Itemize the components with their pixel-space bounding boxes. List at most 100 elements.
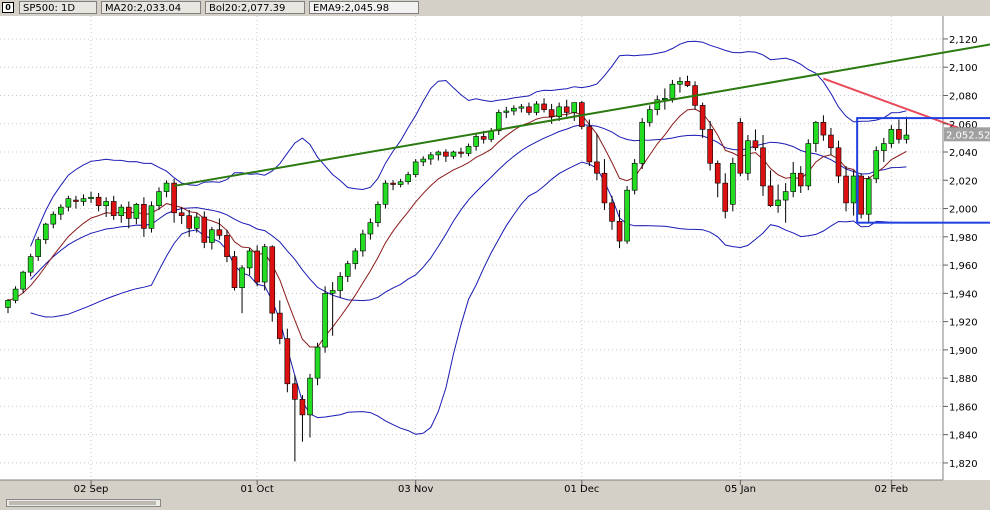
- candle-body: [276, 312, 283, 339]
- y-tick-label: 1,840: [949, 431, 978, 442]
- scroll-track[interactable]: [6, 499, 161, 507]
- candle-body: [35, 239, 42, 257]
- candle: [624, 185, 630, 244]
- candle-body: [246, 250, 253, 269]
- time-scrollbar[interactable]: [0, 496, 990, 510]
- candle-body: [307, 377, 313, 416]
- candle-body: [662, 98, 668, 101]
- candle-body: [873, 150, 880, 180]
- plot-area: [0, 16, 943, 480]
- candle: [254, 245, 260, 287]
- price-chart[interactable]: 1,820 1,840 1,860 1,880 1,900 1,920 1,940 1,960…: [0, 16, 990, 496]
- candle-body: [880, 143, 887, 151]
- y-tick-label: 1,880: [949, 374, 978, 385]
- candle-body: [714, 163, 721, 184]
- candle-body: [80, 198, 87, 202]
- candle-body: [707, 129, 713, 164]
- candle-body: [767, 185, 774, 207]
- symbol-label: SP500: 1D: [19, 1, 97, 14]
- candle-body: [435, 151, 442, 156]
- candle: [231, 250, 238, 291]
- candle-body: [782, 191, 789, 201]
- candle-body: [110, 201, 117, 216]
- candle-body: [27, 256, 34, 273]
- candle: [729, 157, 736, 212]
- scroll-thumb[interactable]: [9, 501, 156, 505]
- candle-body: [865, 178, 872, 215]
- candle-body: [314, 346, 321, 379]
- candle-body: [563, 106, 570, 113]
- candle-body: [556, 106, 562, 117]
- candle-body: [329, 290, 336, 294]
- candle-body: [397, 181, 404, 185]
- ema9-readout: EMA9:2,045.98: [309, 1, 419, 14]
- candle-body: [178, 212, 185, 216]
- candle-body: [903, 134, 910, 140]
- candle-body: [760, 147, 766, 187]
- candle-body: [594, 161, 600, 174]
- candle-body: [171, 182, 177, 214]
- candle-body: [118, 206, 125, 216]
- candle-body: [699, 105, 706, 130]
- y-tick-label: 1,860: [949, 402, 978, 413]
- candle-body: [65, 198, 72, 208]
- candle-body: [322, 293, 328, 348]
- ma20-readout: MA20:2,033.04: [101, 1, 201, 14]
- candle-body: [518, 106, 525, 109]
- candle-body: [548, 109, 555, 117]
- x-tick-label: 01 Dec: [564, 484, 599, 495]
- candle: [745, 135, 751, 181]
- candle-body: [896, 129, 902, 140]
- candle: [201, 211, 208, 249]
- candle: [12, 286, 19, 304]
- y-tick-label: 1,940: [949, 289, 978, 300]
- candle-body: [299, 399, 306, 416]
- candle-body: [631, 163, 638, 191]
- candle-body: [224, 235, 230, 257]
- candle-body: [5, 300, 11, 308]
- candle-body: [888, 129, 895, 144]
- candle-body: [843, 175, 849, 204]
- candle-body: [669, 83, 676, 99]
- candle-body: [473, 136, 479, 147]
- candle: [269, 245, 276, 322]
- candle-body: [616, 220, 623, 242]
- candle-body: [186, 215, 192, 229]
- candle-body: [344, 263, 351, 277]
- candle-body: [601, 172, 608, 204]
- candle-body: [443, 151, 449, 157]
- chart-header: 0 SP500: 1D MA20:2,033.04 Bol20:2,077.39…: [0, 0, 990, 16]
- candle-body: [526, 106, 532, 113]
- candle-body: [729, 163, 736, 205]
- candle-body: [533, 103, 540, 113]
- chart-menu-icon[interactable]: 0: [2, 2, 14, 13]
- candle-body: [624, 189, 630, 242]
- candle-body: [586, 126, 593, 163]
- candle-body: [797, 172, 804, 187]
- x-tick-label: 01 Oct: [241, 484, 274, 495]
- y-tick-label: 2,000: [949, 205, 978, 216]
- candle-body: [209, 229, 215, 243]
- candle: [858, 173, 864, 219]
- candle-body: [284, 338, 291, 385]
- x-tick-label: 02 Feb: [875, 484, 909, 495]
- y-tick-label: 1,920: [949, 318, 978, 329]
- candle-body: [835, 147, 842, 177]
- candle-body: [541, 103, 547, 110]
- candle-body: [684, 81, 691, 86]
- candle-body: [609, 202, 615, 222]
- candle-body: [103, 201, 109, 207]
- x-tick-label: 02 Sep: [74, 484, 109, 495]
- candle-body: [805, 143, 812, 187]
- candle-body: [141, 204, 147, 229]
- x-tick-label: 03 Nov: [398, 484, 434, 495]
- candle-body: [239, 267, 245, 288]
- candle-body: [405, 174, 411, 182]
- candle-body: [775, 199, 781, 207]
- candle-body: [503, 110, 510, 113]
- candle-body: [850, 175, 857, 204]
- candle-body: [231, 256, 238, 288]
- candle-body: [50, 213, 57, 225]
- candle-body: [163, 182, 170, 192]
- candle-body: [828, 134, 834, 149]
